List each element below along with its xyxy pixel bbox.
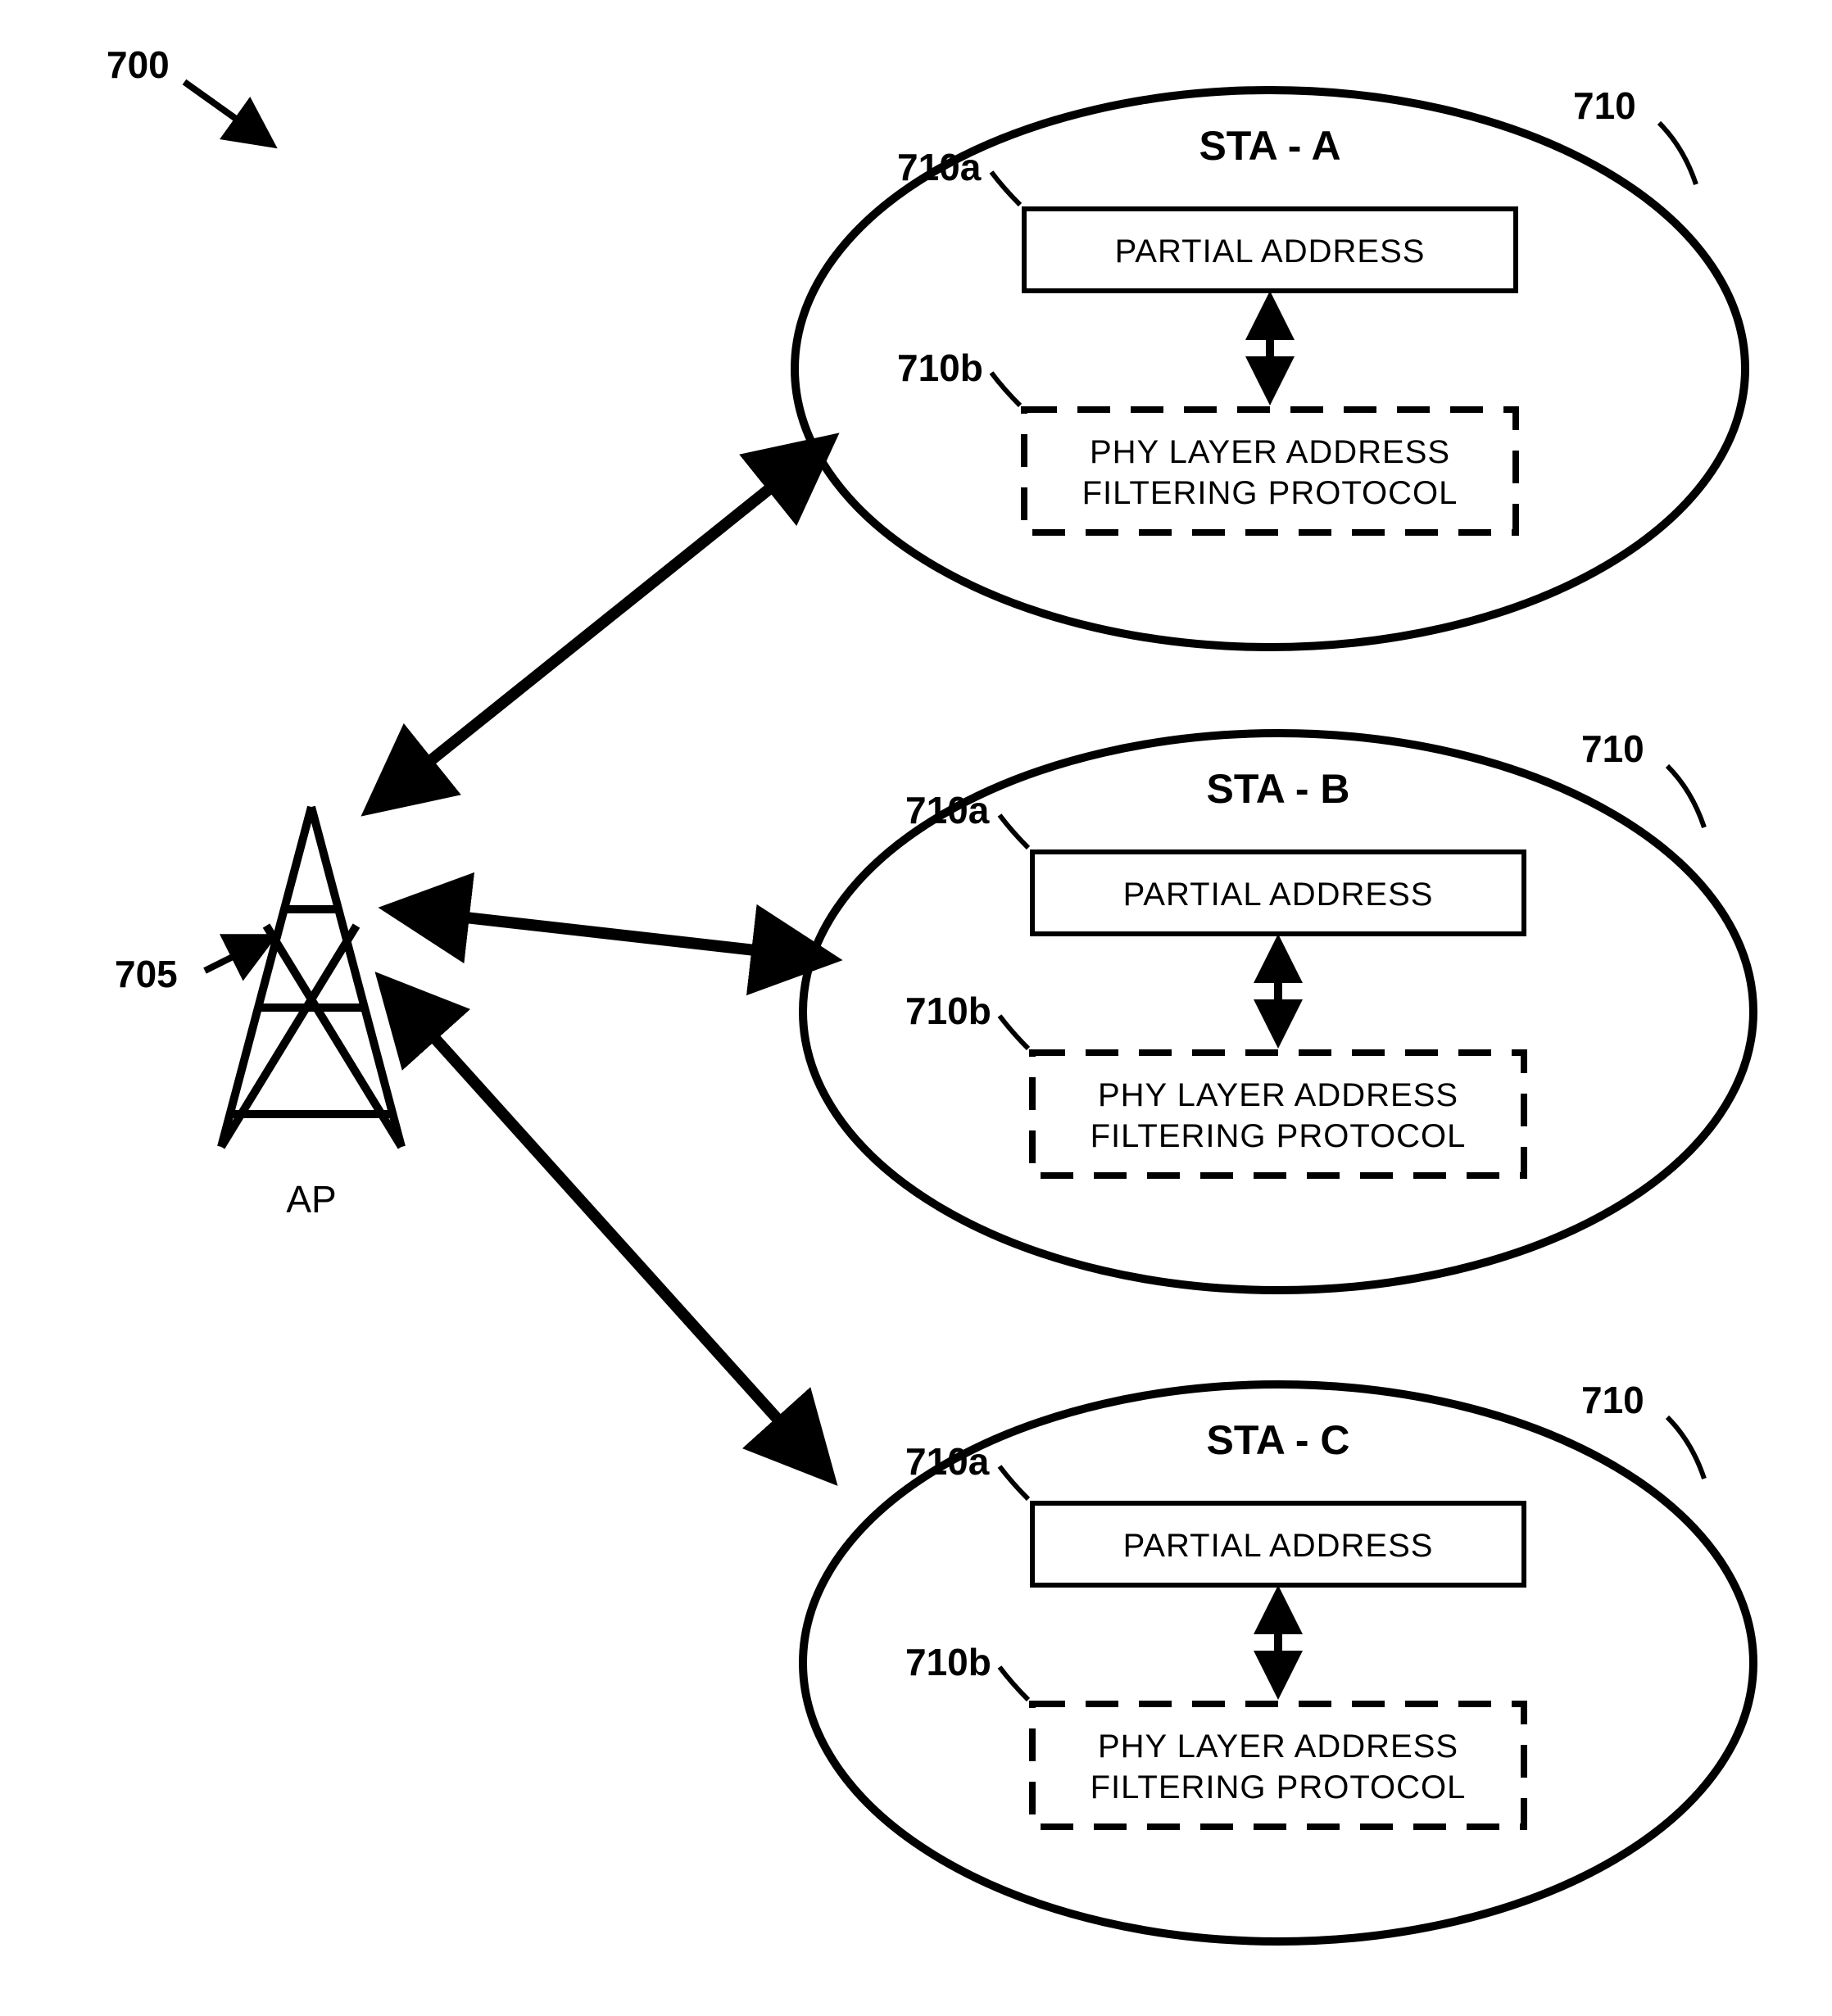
station-c: STA - C 710 710a PARTIAL ADDRESS 710b PH…	[803, 1379, 1753, 1941]
sta-c-filter-l2: FILTERING PROTOCOL	[1091, 1769, 1467, 1805]
sta-c-filter-l1: PHY LAYER ADDRESS	[1098, 1728, 1458, 1765]
sta-c-partial-ref: 710a	[905, 1440, 990, 1483]
sta-b-filter-l2: FILTERING PROTOCOL	[1091, 1118, 1467, 1154]
sta-b-name: STA - B	[1207, 766, 1350, 812]
figure-ref-arrow	[184, 82, 270, 143]
sta-a-partial-ref: 710a	[897, 146, 982, 188]
sta-a-filter-l1: PHY LAYER ADDRESS	[1090, 434, 1450, 470]
connections	[373, 442, 828, 1475]
figure-ref: 700	[107, 43, 170, 86]
ap-label: AP	[286, 1178, 336, 1221]
ap-ref-arrow	[205, 938, 270, 971]
sta-b-filter-ref: 710b	[905, 990, 991, 1032]
sta-a-filter-l2: FILTERING PROTOCOL	[1082, 475, 1458, 511]
sta-c-name: STA - C	[1207, 1417, 1350, 1463]
sta-a-ref: 710	[1573, 84, 1636, 127]
sta-b-partial-label: PARTIAL ADDRESS	[1123, 877, 1434, 913]
sta-a-name: STA - A	[1199, 123, 1340, 169]
sta-c-partial-label: PARTIAL ADDRESS	[1123, 1528, 1434, 1564]
sta-a-partial-label: PARTIAL ADDRESS	[1115, 233, 1426, 270]
station-b: STA - B 710 710a PARTIAL ADDRESS 710b PH…	[803, 727, 1753, 1290]
station-a: STA - A 710 710a PARTIAL ADDRESS 710b PH…	[795, 84, 1745, 647]
sta-c-filter-ref: 710b	[905, 1641, 991, 1683]
sta-a-filter-ref: 710b	[897, 347, 983, 389]
sta-c-ref: 710	[1581, 1379, 1644, 1421]
sta-b-filter-l1: PHY LAYER ADDRESS	[1098, 1077, 1458, 1113]
ap-ref: 705	[115, 953, 178, 995]
ap-node: AP 705	[115, 807, 401, 1221]
sta-b-ref: 710	[1581, 727, 1644, 770]
sta-b-partial-ref: 710a	[905, 789, 990, 831]
